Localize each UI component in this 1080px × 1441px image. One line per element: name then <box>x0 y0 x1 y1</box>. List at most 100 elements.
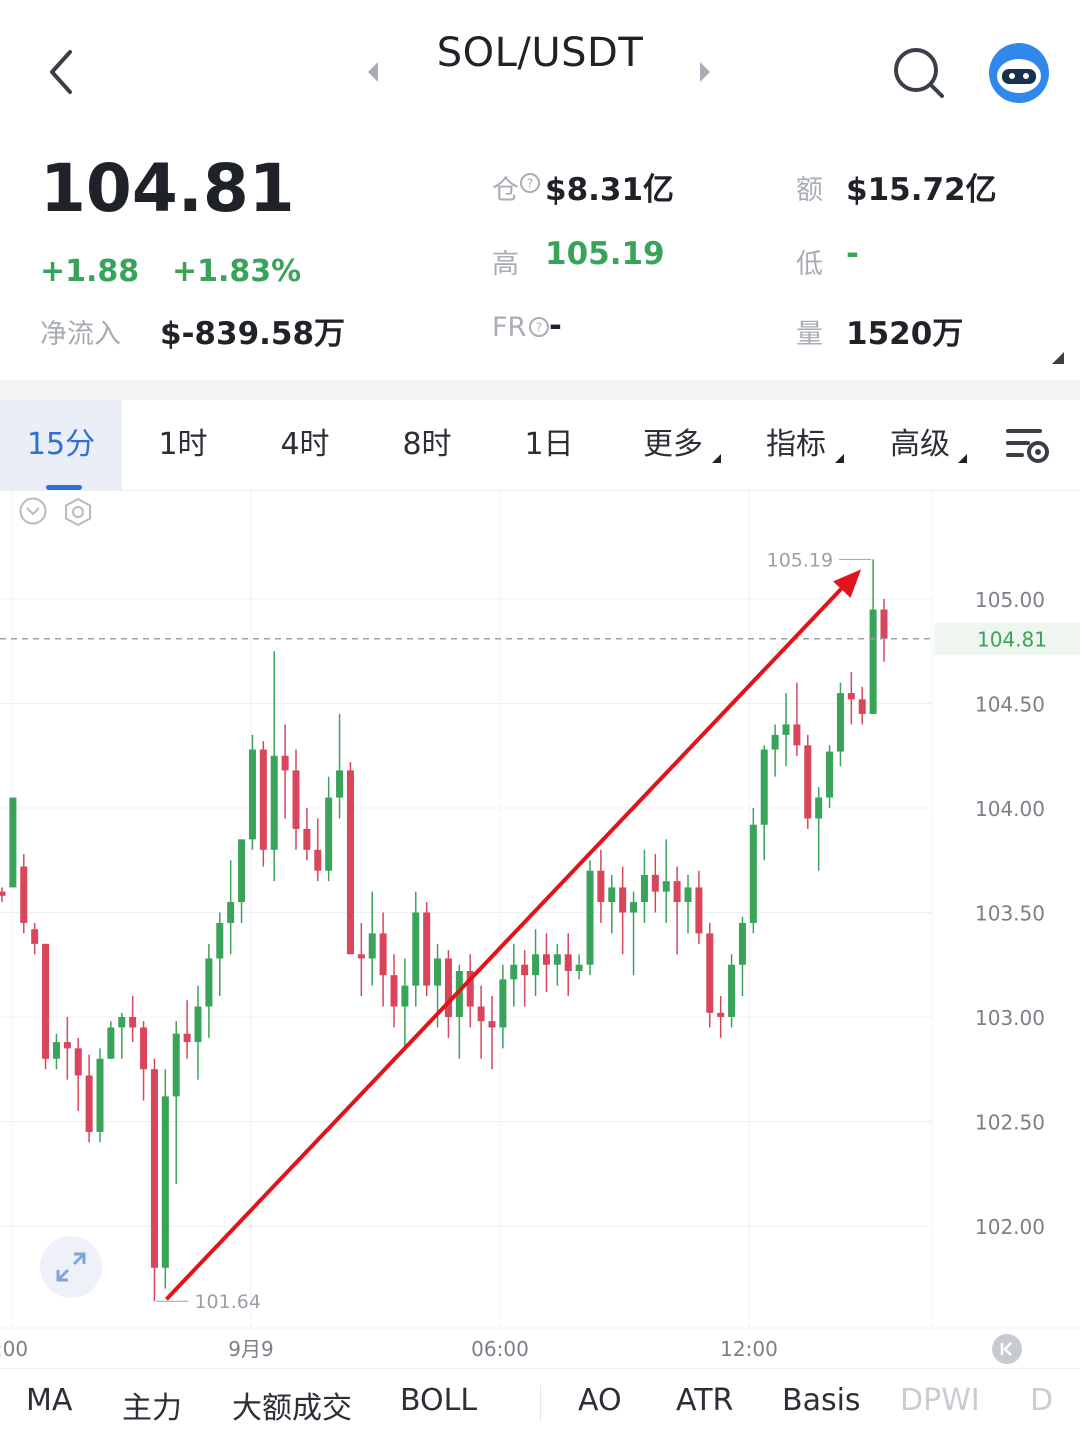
low-label: 低 <box>796 249 823 280</box>
candle-body <box>42 943 50 1059</box>
prev-pair-icon[interactable] <box>362 60 384 84</box>
candle-body <box>499 979 507 1028</box>
candle-body <box>118 1016 126 1028</box>
pair-title[interactable]: SOL/USDT <box>410 30 670 76</box>
tab-advanced[interactable]: 高级 <box>858 400 982 490</box>
candle-body <box>379 933 387 976</box>
candle-body <box>760 749 768 825</box>
candle-body <box>150 1069 158 1268</box>
candle-body <box>238 839 246 903</box>
indicator-settings-icon[interactable] <box>62 496 94 528</box>
indicator-boll[interactable]: BOLL <box>400 1383 477 1418</box>
candle-body <box>96 1058 104 1132</box>
fr-label: FR <box>492 312 527 343</box>
indicator-large-trades[interactable]: 大额成交 <box>232 1383 352 1427</box>
candle-body <box>107 1027 115 1059</box>
candle-body <box>880 609 888 639</box>
candle-body <box>216 922 224 959</box>
indicator-basis[interactable]: Basis <box>782 1383 861 1418</box>
indicator-separator <box>540 1385 541 1421</box>
candle-body <box>336 770 344 798</box>
next-pair-icon[interactable] <box>694 60 716 84</box>
candle-body <box>564 954 572 972</box>
tab-1d[interactable]: 1日 <box>488 400 610 490</box>
info-icon[interactable]: ? <box>519 172 541 194</box>
oi-label: 仓 <box>492 175 519 206</box>
indicator-ao[interactable]: AO <box>578 1383 622 1418</box>
candle-body <box>532 954 540 976</box>
candle-body <box>205 958 213 1007</box>
volume-value: 1520万 <box>846 316 964 352</box>
candle-body <box>31 929 39 944</box>
indicator-dpwi[interactable]: DPWI <box>900 1383 980 1418</box>
last-price-label: 104.81 <box>977 628 1047 652</box>
candle-body <box>488 1021 496 1028</box>
y-tick-label: 102.50 <box>975 1110 1045 1134</box>
change-abs: +1.88 <box>40 254 140 289</box>
indicator-d[interactable]: D <box>1030 1383 1053 1418</box>
collapse-indicators-icon[interactable] <box>18 496 48 526</box>
expand-icon <box>56 1252 86 1282</box>
price-axis: 105.00 104.50 104.00 103.50 103.00 102.50 102.… <box>975 588 1045 1239</box>
candle-body <box>749 824 757 923</box>
candle-body <box>9 797 17 888</box>
x-tick-label: 12:00 <box>720 1337 778 1361</box>
candle-body <box>325 797 333 871</box>
jump-latest-icon <box>1000 1342 1012 1356</box>
candle-body <box>314 849 322 871</box>
candle-body <box>858 699 866 714</box>
change-pct: +1.83% <box>172 254 302 289</box>
turnover-value: $15.72亿 <box>846 172 997 208</box>
candlestick-chart[interactable]: 104.81 105.19 101.64 105.00 104.50 104.00 103… <box>0 490 1080 1368</box>
candle-body <box>346 770 354 955</box>
x-tick-label: 06:00 <box>471 1337 529 1361</box>
candle-body <box>434 958 442 986</box>
candle-body <box>477 1006 485 1022</box>
y-tick-label: 102.00 <box>975 1215 1045 1239</box>
candle-body <box>227 902 235 923</box>
tab-more[interactable]: 更多 <box>612 400 734 490</box>
chart-settings-icon[interactable] <box>1004 425 1052 467</box>
section-divider <box>0 380 1080 400</box>
candle-body <box>793 724 801 746</box>
expand-stats-icon[interactable] <box>1052 352 1064 364</box>
candle-body <box>129 1016 137 1028</box>
candle-body <box>782 724 790 735</box>
candle-body <box>423 912 431 986</box>
high-marker-label: 105.19 <box>767 549 833 571</box>
tab-1h[interactable]: 1时 <box>122 400 244 490</box>
oi-value: $8.31亿 <box>545 172 675 208</box>
y-tick-label: 104.00 <box>975 797 1045 821</box>
tab-4h[interactable]: 4时 <box>244 400 366 490</box>
y-tick-label: 104.50 <box>975 693 1045 717</box>
tab-8h[interactable]: 8时 <box>366 400 488 490</box>
fullscreen-button[interactable] <box>40 1236 102 1298</box>
candle-body <box>0 891 6 896</box>
bot-avatar-icon[interactable] <box>988 42 1050 104</box>
high-label: 高 <box>492 249 519 280</box>
candle-body <box>161 1096 169 1268</box>
indicator-ma[interactable]: MA <box>26 1383 72 1418</box>
tab-15m[interactable]: 15分 <box>0 400 122 490</box>
search-icon[interactable] <box>890 44 946 100</box>
tab-label: 高级 <box>890 427 950 462</box>
candle-body <box>248 749 256 840</box>
candle-body <box>74 1048 82 1076</box>
candle-body <box>357 954 365 959</box>
indicator-atr[interactable]: ATR <box>676 1383 733 1418</box>
candle-body <box>847 693 855 700</box>
trend-arrow-line <box>164 574 855 1301</box>
candle-body <box>706 933 714 1013</box>
tab-label: 更多 <box>643 427 703 462</box>
candle-body <box>20 866 28 923</box>
indicator-main-force[interactable]: 主力 <box>122 1383 182 1427</box>
fr-info-icon[interactable]: ? <box>528 316 550 338</box>
candle-body <box>281 755 289 771</box>
ticker-stats: 104.81 +1.88 +1.83% 净流入 $-839.58万 仓 ? $8… <box>0 140 1080 380</box>
low-value: - <box>846 236 859 272</box>
candle-body <box>651 874 659 892</box>
tab-indicators[interactable]: 指标 <box>734 400 858 490</box>
scroll-to-latest-button[interactable] <box>992 1334 1022 1364</box>
turnover-label: 额 <box>796 175 823 206</box>
back-icon[interactable] <box>40 44 88 100</box>
